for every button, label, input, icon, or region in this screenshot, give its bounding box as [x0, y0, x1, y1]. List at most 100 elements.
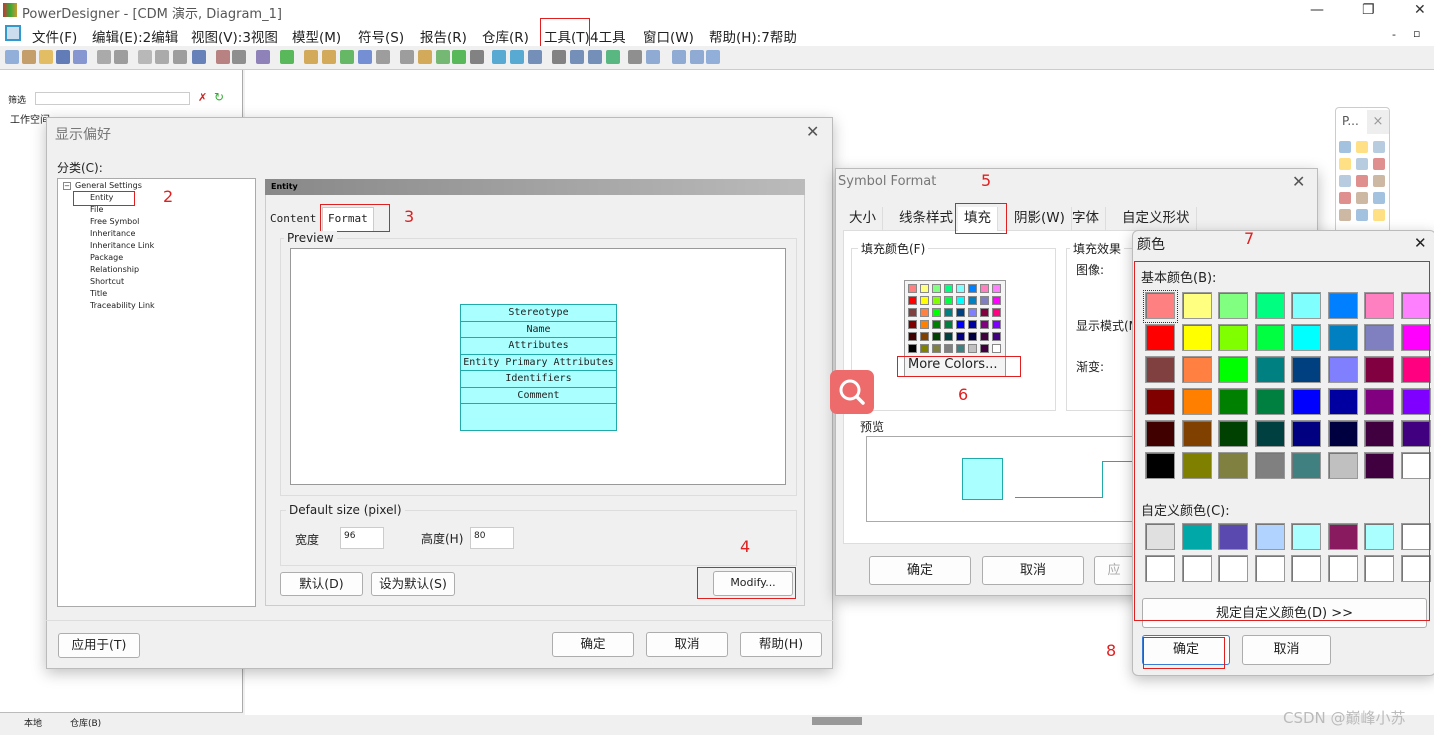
- default-button[interactable]: 默认(D): [280, 572, 363, 596]
- filter-input[interactable]: [35, 92, 190, 105]
- toolbar-button-icon[interactable]: [155, 50, 169, 64]
- collapse-icon[interactable]: −: [63, 182, 71, 190]
- toolbar-button-icon[interactable]: [646, 50, 660, 64]
- color-swatch[interactable]: [944, 344, 953, 353]
- toolbar-button-icon[interactable]: [552, 50, 566, 64]
- tab-shadow[interactable]: 阴影(W): [1008, 207, 1072, 231]
- toolbar-button-icon[interactable]: [706, 50, 720, 64]
- toolbar-button-icon[interactable]: [173, 50, 187, 64]
- color-swatch[interactable]: [908, 320, 917, 329]
- palette-tool-icon[interactable]: [1373, 175, 1385, 187]
- toolbar-button-icon[interactable]: [510, 50, 524, 64]
- color-swatch[interactable]: [992, 332, 1001, 341]
- color-swatch[interactable]: [944, 284, 953, 293]
- color-swatch[interactable]: [920, 332, 929, 341]
- toolbar-button-icon[interactable]: [97, 50, 111, 64]
- palette-close-button[interactable]: ×: [1367, 110, 1389, 134]
- toolbar-button-icon[interactable]: [628, 50, 642, 64]
- toolbar-button-icon[interactable]: [376, 50, 390, 64]
- mdi-restore-button[interactable]: ▫: [1413, 27, 1420, 40]
- color-swatch[interactable]: [992, 344, 1001, 353]
- color-swatch[interactable]: [968, 284, 977, 293]
- color-swatch[interactable]: [932, 344, 941, 353]
- color-swatch[interactable]: [944, 296, 953, 305]
- toolbar-button-icon[interactable]: [216, 50, 230, 64]
- color-swatch[interactable]: [992, 284, 1001, 293]
- toolbar-button-icon[interactable]: [232, 50, 246, 64]
- color-swatch[interactable]: [980, 320, 989, 329]
- palette-tool-icon[interactable]: [1356, 192, 1368, 204]
- clear-filter-icon[interactable]: ✗: [198, 91, 207, 104]
- prefs-help-button[interactable]: 帮助(H): [740, 632, 822, 657]
- color-swatch[interactable]: [944, 332, 953, 341]
- tab-local[interactable]: 本地: [24, 716, 42, 729]
- color-dialog-close-button[interactable]: ✕: [1414, 234, 1427, 252]
- tree-item[interactable]: Traceability Link: [75, 300, 155, 312]
- color-cancel-button[interactable]: 取消: [1242, 635, 1331, 665]
- set-default-button[interactable]: 设为默认(S): [371, 572, 455, 596]
- palette-tool-icon[interactable]: [1339, 192, 1351, 204]
- color-swatch[interactable]: [920, 344, 929, 353]
- tab-size[interactable]: 大小: [843, 207, 883, 231]
- menu-view[interactable]: 视图(V):3视图: [191, 26, 278, 46]
- menu-model[interactable]: 模型(M): [292, 26, 341, 46]
- toolbar-button-icon[interactable]: [570, 50, 584, 64]
- menu-report[interactable]: 报告(R): [420, 26, 467, 46]
- tab-content[interactable]: Content: [270, 212, 316, 225]
- toolbar-button-icon[interactable]: [436, 50, 450, 64]
- color-swatch[interactable]: [980, 296, 989, 305]
- tree-item[interactable]: Inheritance: [75, 228, 155, 240]
- toolbar-button-icon[interactable]: [304, 50, 318, 64]
- color-swatch[interactable]: [992, 308, 1001, 317]
- toolbar-button-icon[interactable]: [114, 50, 128, 64]
- toolbar-button-icon[interactable]: [690, 50, 704, 64]
- toolbar-button-icon[interactable]: [22, 50, 36, 64]
- color-swatch[interactable]: [908, 308, 917, 317]
- toolbar-button-icon[interactable]: [528, 50, 542, 64]
- symbol-cancel-button[interactable]: 取消: [982, 556, 1084, 585]
- palette-tool-icon[interactable]: [1339, 141, 1351, 153]
- color-swatch[interactable]: [980, 308, 989, 317]
- toolbar-button-icon[interactable]: [418, 50, 432, 64]
- tab-repository[interactable]: 仓库(B): [70, 716, 101, 729]
- palette-tool-icon[interactable]: [1356, 209, 1368, 221]
- toolbar-button-icon[interactable]: [73, 50, 87, 64]
- toolbar-button-icon[interactable]: [322, 50, 336, 64]
- toolbar-button-icon[interactable]: [492, 50, 506, 64]
- width-input[interactable]: 96: [340, 527, 384, 549]
- maximize-button[interactable]: ❐: [1362, 2, 1375, 18]
- color-swatch[interactable]: [956, 296, 965, 305]
- color-swatch[interactable]: [956, 284, 965, 293]
- apply-to-button[interactable]: 应用于(T): [58, 633, 140, 658]
- palette-tool-icon[interactable]: [1356, 175, 1368, 187]
- color-swatch[interactable]: [956, 332, 965, 341]
- toolbar-button-icon[interactable]: [280, 50, 294, 64]
- color-swatch[interactable]: [908, 332, 917, 341]
- tree-item[interactable]: Free Symbol: [75, 216, 155, 228]
- tree-item[interactable]: Package: [75, 252, 155, 264]
- color-swatch[interactable]: [992, 296, 1001, 305]
- symbol-ok-button[interactable]: 确定: [869, 556, 971, 585]
- tab-font[interactable]: 字体: [1066, 207, 1106, 231]
- menu-repository[interactable]: 仓库(R): [482, 26, 529, 46]
- color-swatch[interactable]: [932, 284, 941, 293]
- color-swatch[interactable]: [968, 320, 977, 329]
- menu-file[interactable]: 文件(F): [32, 26, 77, 46]
- color-swatch[interactable]: [944, 308, 953, 317]
- palette-tool-icon[interactable]: [1356, 141, 1368, 153]
- color-swatch[interactable]: [920, 320, 929, 329]
- color-swatch[interactable]: [908, 296, 917, 305]
- color-swatch[interactable]: [956, 308, 965, 317]
- prefs-ok-button[interactable]: 确定: [552, 632, 634, 657]
- color-swatch[interactable]: [920, 284, 929, 293]
- color-swatch[interactable]: [932, 296, 941, 305]
- tree-item[interactable]: Shortcut: [75, 276, 155, 288]
- toolbar-button-icon[interactable]: [5, 50, 19, 64]
- menu-symbol[interactable]: 符号(S): [358, 26, 404, 46]
- palette-tool-icon[interactable]: [1373, 192, 1385, 204]
- palette-tool-icon[interactable]: [1339, 209, 1351, 221]
- palette-tool-icon[interactable]: [1373, 141, 1385, 153]
- tree-item[interactable]: Title: [75, 288, 155, 300]
- toolbar-button-icon[interactable]: [39, 50, 53, 64]
- mdi-minimize-button[interactable]: -: [1392, 28, 1396, 41]
